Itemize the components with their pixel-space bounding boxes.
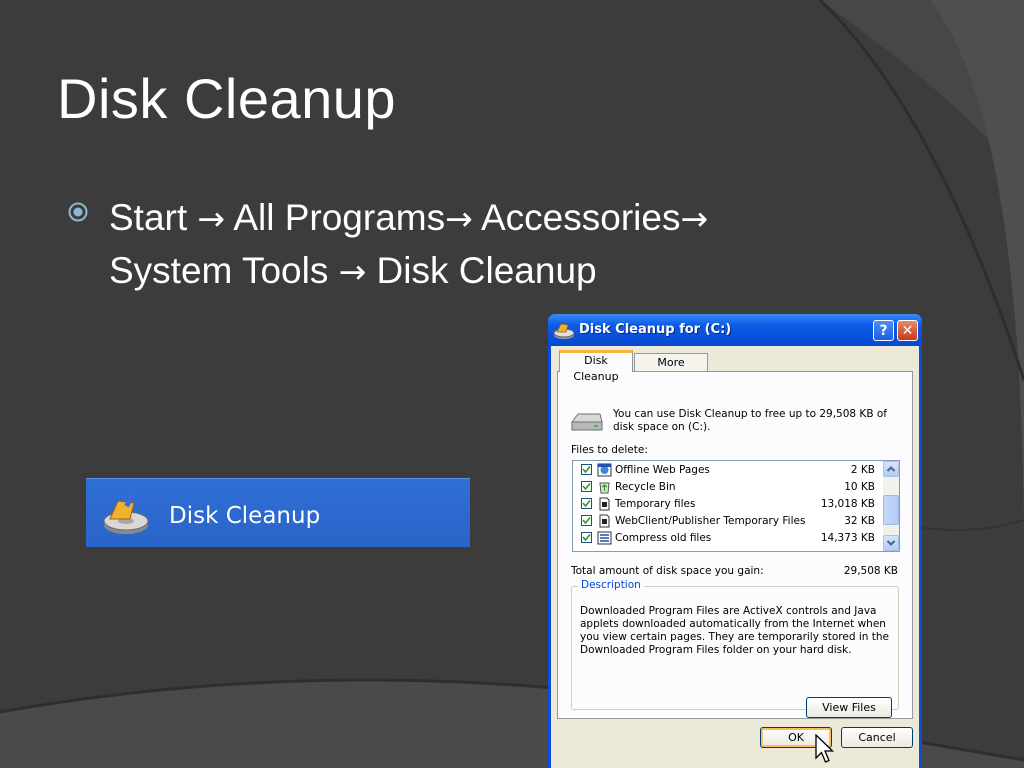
description-legend: Description [578, 579, 644, 591]
file-name: Compress old files [615, 532, 712, 544]
tab-panel: You can use Disk Cleanup to free up to 2… [557, 371, 913, 719]
dialog-title: Disk Cleanup for (C:) [579, 322, 732, 337]
document-icon [599, 514, 610, 528]
close-button[interactable]: ✕ [897, 320, 918, 341]
chevron-up-icon [886, 466, 896, 472]
file-name: Offline Web Pages [615, 464, 710, 476]
chevron-down-icon [886, 540, 896, 546]
document-icon [599, 497, 610, 511]
scroll-thumb[interactable] [883, 495, 899, 525]
file-name: Recycle Bin [615, 481, 676, 493]
checkbox[interactable] [581, 498, 592, 509]
disk-cleanup-icon [103, 491, 149, 534]
arrow-icon: → [197, 199, 226, 238]
slide-title: Disk Cleanup [57, 67, 397, 130]
bullet-text-start: Start [109, 197, 198, 238]
bullet-text-all-programs: All Programs [225, 197, 446, 238]
view-files-button[interactable]: View Files [806, 697, 892, 718]
scroll-down-button[interactable] [883, 535, 899, 551]
compress-icon [597, 531, 612, 545]
file-size: 2 KB [850, 464, 875, 476]
files-to-delete-label: Files to delete: [571, 444, 648, 456]
tab-disk-cleanup[interactable]: Disk Cleanup [559, 350, 633, 383]
file-name: Temporary files [615, 498, 696, 510]
vertical-scrollbar[interactable] [883, 461, 899, 551]
arrow-icon: → [680, 199, 709, 238]
help-button[interactable]: ? [873, 320, 894, 341]
list-item[interactable]: Offline Web Pages 2 KB [573, 462, 883, 479]
bullet-text-system-tools: System Tools [109, 250, 339, 291]
start-menu-disk-cleanup-item[interactable]: Disk Cleanup [86, 478, 470, 547]
bullet-text-disk-cleanup: Disk Cleanup [366, 250, 597, 291]
arrow-icon: → [338, 252, 367, 291]
arrow-icon: → [445, 199, 473, 238]
intro-text: You can use Disk Cleanup to free up to 2… [613, 408, 887, 433]
mouse-cursor-icon [815, 734, 835, 763]
checkbox[interactable] [581, 481, 592, 492]
bullet-circle-icon [68, 202, 88, 222]
list-item[interactable]: Compress old files 14,373 KB [573, 530, 883, 547]
cancel-button[interactable]: Cancel [841, 727, 913, 748]
file-size: 32 KB [844, 515, 875, 527]
menu-item-label: Disk Cleanup [169, 503, 321, 529]
file-name: WebClient/Publisher Temporary Files [615, 515, 806, 527]
bullet-text: Start → All Programs→ Accessories→ Syste… [109, 192, 869, 298]
list-item[interactable]: Temporary files 13,018 KB [573, 496, 883, 513]
checkbox[interactable] [581, 532, 592, 543]
dialog-titlebar[interactable]: Disk Cleanup for (C:) ? ✕ [548, 314, 922, 346]
scroll-up-button[interactable] [883, 461, 899, 477]
total-space-label: Total amount of disk space you gain: [571, 565, 764, 577]
disk-cleanup-icon [553, 323, 575, 339]
checkbox[interactable] [581, 464, 592, 475]
disk-cleanup-dialog: Disk Cleanup for (C:) ? ✕ Disk Cleanup M… [548, 314, 922, 768]
list-item[interactable]: WebClient/Publisher Temporary Files 32 K… [573, 513, 883, 530]
file-size: 10 KB [844, 481, 875, 493]
bullet-text-accessories: Accessories [472, 197, 681, 238]
offline-web-pages-icon [597, 463, 612, 477]
file-size: 13,018 KB [820, 498, 875, 510]
hard-drive-icon [571, 413, 603, 431]
recycle-bin-icon [599, 482, 610, 494]
dialog-client-area: Disk Cleanup More Options You can use Di… [551, 346, 919, 768]
checkbox[interactable] [581, 515, 592, 526]
description-text: Downloaded Program Files are ActiveX con… [580, 605, 889, 656]
list-item[interactable]: Recycle Bin 10 KB [573, 479, 883, 496]
description-group: Description Downloaded Program Files are… [571, 579, 899, 710]
file-size: 14,373 KB [820, 532, 875, 544]
total-space-value: 29,508 KB [843, 565, 898, 577]
files-to-delete-list[interactable]: Offline Web Pages 2 KB Recycle Bin 10 KB… [572, 460, 900, 552]
tab-more-options[interactable]: More Options [634, 353, 708, 387]
